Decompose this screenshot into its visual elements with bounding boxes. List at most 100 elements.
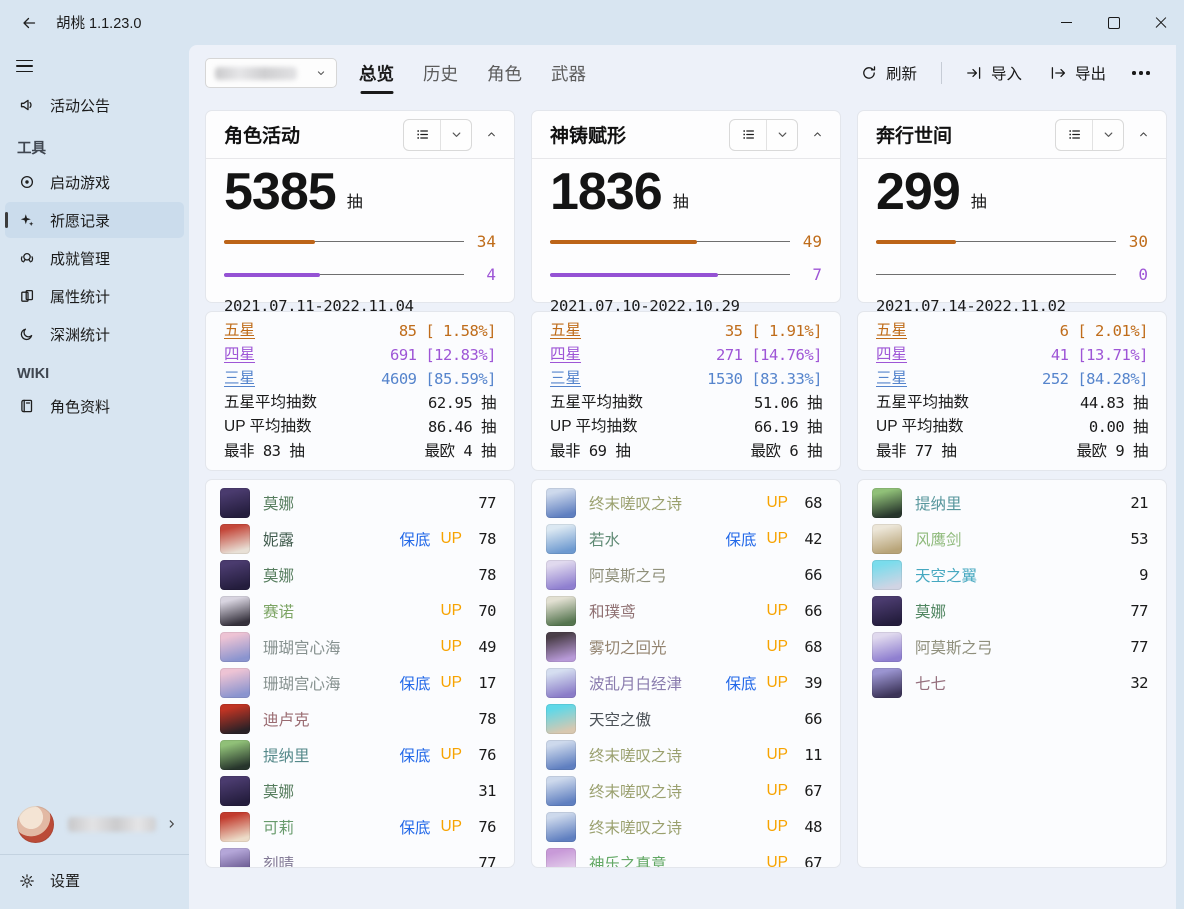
list-item[interactable]: 雾切之回光 UP 68 <box>546 629 822 665</box>
sidebar-item-label: 成就管理 <box>50 248 110 269</box>
back-button[interactable] <box>12 8 46 38</box>
star-stat-link[interactable]: 四星 <box>224 343 255 367</box>
list-item[interactable]: 神乐之真意 UP 67 <box>546 845 822 868</box>
nav-menu-button[interactable] <box>12 51 46 81</box>
list-view-split-button[interactable] <box>729 119 798 151</box>
more-button[interactable] <box>1124 58 1158 88</box>
up-badge: UP <box>766 674 788 692</box>
list-icon[interactable] <box>1056 120 1092 150</box>
list-item[interactable]: 终末嗟叹之诗 UP 11 <box>546 737 822 773</box>
sidebar-footer: 设置 <box>0 796 189 909</box>
item-pull-count: 9 <box>1114 566 1148 584</box>
list-item[interactable]: 终末嗟叹之诗 UP 68 <box>546 485 822 521</box>
list-item[interactable]: 赛诺 UP 70 <box>220 593 496 629</box>
tab-overview[interactable]: 总览 <box>359 45 394 101</box>
up-badge: UP <box>766 818 788 836</box>
list-view-split-button[interactable] <box>403 119 472 151</box>
sidebar-item-announcements[interactable]: 活动公告 <box>5 87 184 123</box>
maximize-button[interactable] <box>1090 0 1137 45</box>
banner-card-0: 角色活动 5385 抽 34 <box>205 110 515 868</box>
sidebar-item-abyss-stats[interactable]: 深渊统计 <box>5 316 184 352</box>
list-item[interactable]: 七七 32 <box>872 665 1148 701</box>
item-avatar <box>546 668 576 698</box>
chevron-down-icon[interactable] <box>440 120 471 150</box>
total-pulls-number: 299 <box>876 165 960 219</box>
star-stat-link[interactable]: 三星 <box>876 367 907 391</box>
list-view-split-button[interactable] <box>1055 119 1124 151</box>
wish-record-icon <box>19 212 35 228</box>
sidebar-item-attribute-stats[interactable]: 属性统计 <box>5 278 184 314</box>
chevron-down-icon[interactable] <box>766 120 797 150</box>
star-stat-link[interactable]: 三星 <box>224 367 255 391</box>
list-item[interactable]: 天空之傲 66 <box>546 701 822 737</box>
list-item[interactable]: 珊瑚宫心海 保底UP 17 <box>220 665 496 701</box>
list-icon[interactable] <box>404 120 440 150</box>
extreme-stat-row: 最非 83 抽 最欧 4 抽 <box>224 439 496 463</box>
list-item[interactable]: 天空之翼 9 <box>872 557 1148 593</box>
import-button[interactable]: 导入 <box>956 57 1032 89</box>
pity-value: 34 <box>464 232 496 251</box>
item-avatar <box>220 632 250 662</box>
list-item[interactable]: 莫娜 77 <box>220 485 496 521</box>
list-item[interactable]: 和璞鸢 UP 66 <box>546 593 822 629</box>
card-summary-box: 神铸赋形 1836 抽 49 <box>531 110 841 303</box>
minimize-button[interactable] <box>1043 0 1090 45</box>
item-pull-count: 66 <box>788 602 822 620</box>
tab-characters[interactable]: 角色 <box>487 45 522 101</box>
sidebar-item-character-wiki[interactable]: 角色资料 <box>5 388 184 424</box>
tab-history[interactable]: 历史 <box>423 45 458 101</box>
star-stat-link[interactable]: 三星 <box>550 367 581 391</box>
list-item[interactable]: 提纳里 21 <box>872 485 1148 521</box>
export-button[interactable]: 导出 <box>1040 57 1116 89</box>
list-item[interactable]: 刻晴 77 <box>220 845 496 868</box>
list-item[interactable]: 阿莫斯之弓 77 <box>872 629 1148 665</box>
item-pull-count: 42 <box>788 530 822 548</box>
list-item[interactable]: 可莉 保底UP 76 <box>220 809 496 845</box>
user-account-row[interactable] <box>0 796 189 852</box>
list-item[interactable]: 妮露 保底UP 78 <box>220 521 496 557</box>
refresh-button[interactable]: 刷新 <box>851 57 927 89</box>
list-item[interactable]: 风鹰剑 53 <box>872 521 1148 557</box>
list-item[interactable]: 莫娜 31 <box>220 773 496 809</box>
list-item[interactable]: 莫娜 78 <box>220 557 496 593</box>
average-stat-label: UP 平均抽数 <box>224 415 312 439</box>
list-item[interactable]: 终末嗟叹之诗 UP 67 <box>546 773 822 809</box>
item-avatar <box>872 488 902 518</box>
collapse-button[interactable] <box>1128 120 1158 150</box>
banner-cards: 角色活动 5385 抽 34 <box>189 101 1176 884</box>
pity-value: 4 <box>464 265 496 284</box>
list-icon[interactable] <box>730 120 766 150</box>
uid-selector-dropdown[interactable] <box>205 58 337 88</box>
close-button[interactable] <box>1137 0 1184 45</box>
list-item[interactable]: 莫娜 77 <box>872 593 1148 629</box>
list-item[interactable]: 波乱月白经津 保底UP 39 <box>546 665 822 701</box>
item-name: 迪卢克 <box>263 708 462 730</box>
item-avatar <box>546 740 576 770</box>
item-pull-count: 32 <box>1114 674 1148 692</box>
sidebar-item-wish-records[interactable]: 祈愿记录 <box>5 202 184 238</box>
star-stat-row: 五星 85 [ 1.58%] <box>224 319 496 343</box>
list-item[interactable]: 终末嗟叹之诗 UP 48 <box>546 809 822 845</box>
collapse-button[interactable] <box>802 120 832 150</box>
star-stat-link[interactable]: 五星 <box>550 319 581 343</box>
star-stat-link[interactable]: 五星 <box>876 319 907 343</box>
collapse-button[interactable] <box>476 120 506 150</box>
item-pull-count: 70 <box>462 602 496 620</box>
list-item[interactable]: 提纳里 保底UP 76 <box>220 737 496 773</box>
card-header: 奔行世间 <box>858 111 1166 159</box>
list-item[interactable]: 阿莫斯之弓 66 <box>546 557 822 593</box>
tab-weapons[interactable]: 武器 <box>551 45 586 101</box>
sidebar-item-achievements[interactable]: 成就管理 <box>5 240 184 276</box>
item-avatar <box>872 632 902 662</box>
star-stat-link[interactable]: 四星 <box>876 343 907 367</box>
chevron-right-icon <box>165 817 179 831</box>
sidebar-item-settings[interactable]: 设置 <box>5 857 184 904</box>
list-item[interactable]: 若水 保底UP 42 <box>546 521 822 557</box>
chevron-down-icon[interactable] <box>1092 120 1123 150</box>
list-item[interactable]: 迪卢克 78 <box>220 701 496 737</box>
card-summary: 5385 抽 34 4 2021.07.11-2022.11.04 <box>206 159 514 315</box>
star-stat-link[interactable]: 五星 <box>224 319 255 343</box>
sidebar-item-launch-game[interactable]: 启动游戏 <box>5 164 184 200</box>
star-stat-link[interactable]: 四星 <box>550 343 581 367</box>
list-item[interactable]: 珊瑚宫心海 UP 49 <box>220 629 496 665</box>
